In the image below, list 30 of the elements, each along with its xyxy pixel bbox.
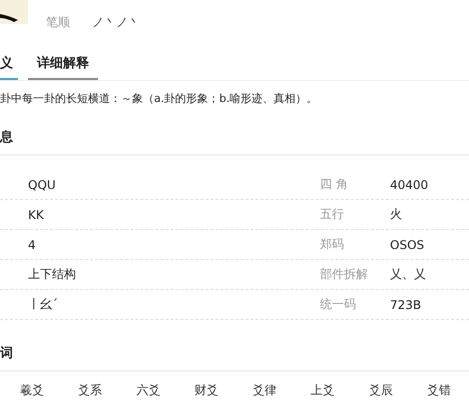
field-value: ノ丶ノ丶 [92,14,141,30]
info-label: 统一码 [320,296,357,313]
info-value: 火 [390,206,402,223]
info-value: 40400 [390,178,428,192]
info-label: 四 角 [320,176,349,193]
info-value: 4 [28,238,37,252]
info-value: 乂、乂 [390,266,426,283]
info-label: 郑码 [320,236,345,253]
word-link[interactable]: 上爻 [310,382,335,399]
info-label: 部件拆解 [320,266,369,283]
word-link[interactable]: 爻辰 [368,382,393,399]
word-link[interactable]: 六爻 [136,382,160,399]
info-value: 723B [390,298,422,312]
tab[interactable]: 义 [0,50,18,80]
info-value: OSOS [390,238,424,252]
info-label: 五行 [320,206,345,223]
character-image [0,0,28,24]
word-link[interactable]: 爻系 [78,382,102,399]
info-value: 上下结构 [28,266,77,283]
word-link[interactable]: 财爻 [194,382,218,399]
word-link[interactable]: 羲爻 [20,382,44,399]
definition-text: 卦中每一卦的长短横道：～象（a.卦的形象；b.喻形迹、真相）。 [0,91,319,106]
field-label: 笔顺 [46,14,71,30]
word-link[interactable]: 爻错 [426,382,451,399]
word-link[interactable]: 爻律 [252,382,277,399]
info-value: QQU [28,178,57,192]
section-heading: 词 [0,344,469,372]
info-value: 丨幺ˊ [28,296,59,313]
tab[interactable]: 详细解释 [28,50,98,80]
info-value: KK [28,208,45,222]
